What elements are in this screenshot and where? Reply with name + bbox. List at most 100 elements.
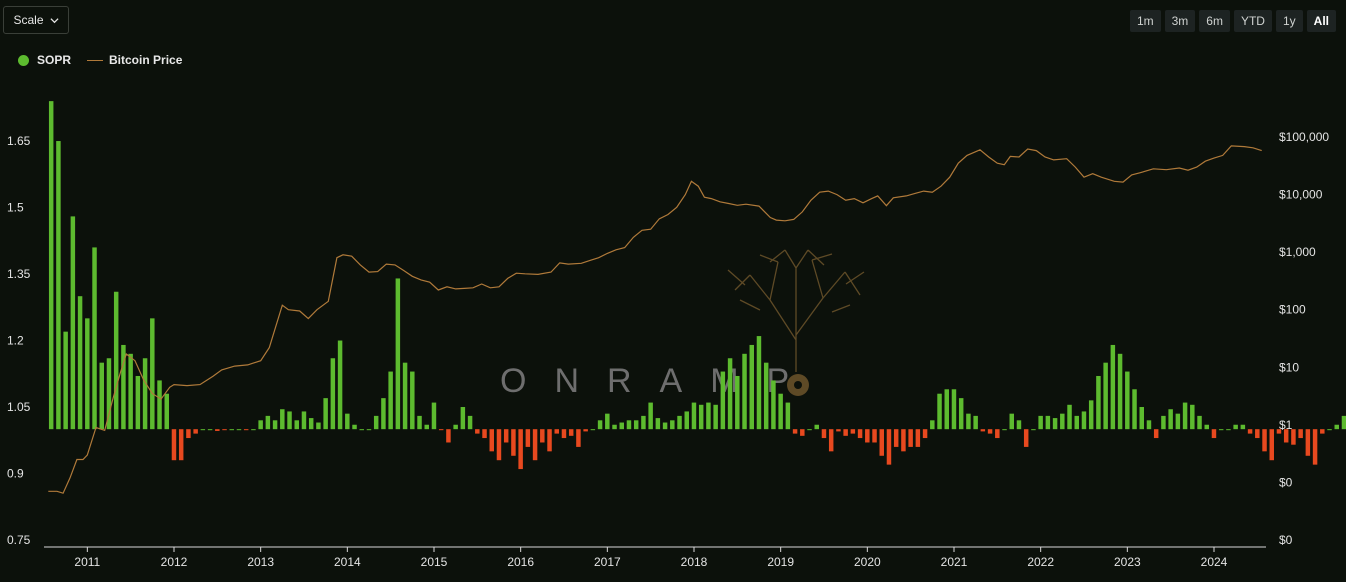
tree-root-hole (794, 381, 802, 389)
x-tick-label: 2017 (594, 555, 621, 569)
sopr-bar (1096, 375, 1101, 430)
right-tick-label: $100,000 (1279, 130, 1329, 144)
price-line-layer (48, 145, 1262, 494)
sopr-bar (980, 429, 986, 432)
sopr-bar (973, 415, 978, 430)
sopr-bar (287, 411, 292, 430)
left-tick-label: 1.35 (7, 267, 31, 281)
sopr-bar (1081, 411, 1087, 430)
sopr-bar (128, 353, 133, 430)
left-tick-label: 1.5 (7, 201, 24, 215)
sopr-bar (1255, 429, 1260, 439)
sopr-bar (865, 429, 870, 443)
left-tick-label: 0.9 (7, 467, 24, 481)
sopr-bar (70, 216, 76, 430)
right-tick-label: $1,000 (1279, 245, 1316, 259)
x-tick-label: 2018 (681, 555, 708, 569)
sopr-bar (944, 389, 949, 430)
sopr-bar (648, 402, 653, 430)
sopr-bar (995, 429, 1000, 439)
sopr-bar (1262, 429, 1267, 452)
sopr-bar (77, 296, 83, 430)
sopr-bar (763, 362, 769, 430)
sopr-bar (337, 340, 343, 430)
sopr-bar (677, 415, 682, 430)
sopr-bar (113, 291, 119, 430)
sopr-bar (1009, 413, 1014, 430)
sopr-bar (482, 429, 487, 439)
sopr-bar (1190, 404, 1195, 430)
right-tick-label: $10 (1279, 360, 1299, 374)
sopr-bar (1117, 353, 1123, 430)
sopr-bar (496, 429, 502, 461)
left-tick-label: 1.2 (7, 334, 24, 348)
sopr-bar (641, 415, 646, 430)
sopr-bar (85, 318, 90, 430)
sopr-bar (821, 429, 827, 439)
x-tick-label: 2014 (334, 555, 361, 569)
sopr-bar (749, 344, 754, 430)
right-tick-label: $0 (1279, 533, 1293, 547)
sopr-bar (222, 429, 227, 431)
x-tick-label: 2015 (421, 555, 448, 569)
sopr-bar (655, 418, 661, 430)
sopr-bar (1074, 415, 1079, 430)
sopr-bar (280, 409, 285, 430)
sopr-bar (366, 429, 372, 431)
sopr-bar (1175, 413, 1181, 430)
sopr-bar (872, 429, 877, 443)
sopr-bar (1023, 429, 1029, 447)
sopr-bar (258, 420, 263, 430)
sopr-bar (417, 415, 422, 430)
sopr-bar (576, 429, 581, 447)
sopr-bar (1110, 344, 1116, 430)
sopr-bar (966, 413, 971, 430)
sopr-bar (713, 404, 718, 430)
sopr-bar (706, 402, 711, 430)
sopr-bar (142, 358, 148, 430)
sopr-bar (489, 429, 494, 452)
left-tick-label: 1.65 (7, 134, 31, 148)
sopr-bar (1052, 418, 1058, 430)
sopr-bar (48, 101, 54, 430)
sopr-bar (1045, 415, 1051, 430)
sopr-bar (1211, 429, 1217, 439)
sopr-bar (756, 336, 762, 430)
sopr-price-chart: ONRAMP 2011 2012 2013 2014 2015 2016 2017 2018 2… (7, 101, 1346, 569)
sopr-bar (908, 429, 913, 447)
x-tick-label: 2016 (507, 555, 534, 569)
sopr-bar (178, 429, 184, 461)
sopr-bar (547, 429, 552, 452)
sopr-bar (1182, 402, 1188, 430)
sopr-bar (475, 429, 480, 434)
sopr-bar (193, 429, 198, 434)
sopr-bar (56, 141, 61, 430)
sopr-bar (388, 371, 393, 430)
sopr-bar (1204, 424, 1209, 430)
left-tick-label: 0.75 (7, 533, 31, 547)
sopr-bar (554, 429, 559, 434)
sopr-bar (1103, 362, 1108, 430)
sopr-bar (424, 424, 429, 430)
sopr-bar (345, 413, 350, 430)
sopr-bar (1125, 371, 1130, 430)
left-tick-label: 1.05 (7, 400, 31, 414)
sopr-bar (1139, 407, 1144, 430)
sopr-bar (1088, 400, 1094, 430)
sopr-bar (1161, 415, 1166, 430)
sopr-bar (446, 429, 451, 443)
sopr-bar (92, 247, 97, 430)
sopr-bar (633, 420, 639, 430)
sopr-bar (561, 429, 567, 439)
x-tick-label: 2012 (161, 555, 188, 569)
sopr-bar (807, 429, 812, 431)
sopr-bar (915, 429, 921, 447)
sopr-bar (879, 429, 884, 456)
sopr-bar (684, 411, 689, 430)
x-tick-label: 2022 (1027, 555, 1054, 569)
sopr-bar (1197, 415, 1202, 430)
sopr-bar (1153, 429, 1159, 439)
right-axis: $100,000 $10,000 $1,000 $100 $10 $1 $0 $0 (1279, 130, 1329, 547)
sopr-bar (922, 429, 928, 439)
watermark: ONRAMP (500, 249, 865, 400)
